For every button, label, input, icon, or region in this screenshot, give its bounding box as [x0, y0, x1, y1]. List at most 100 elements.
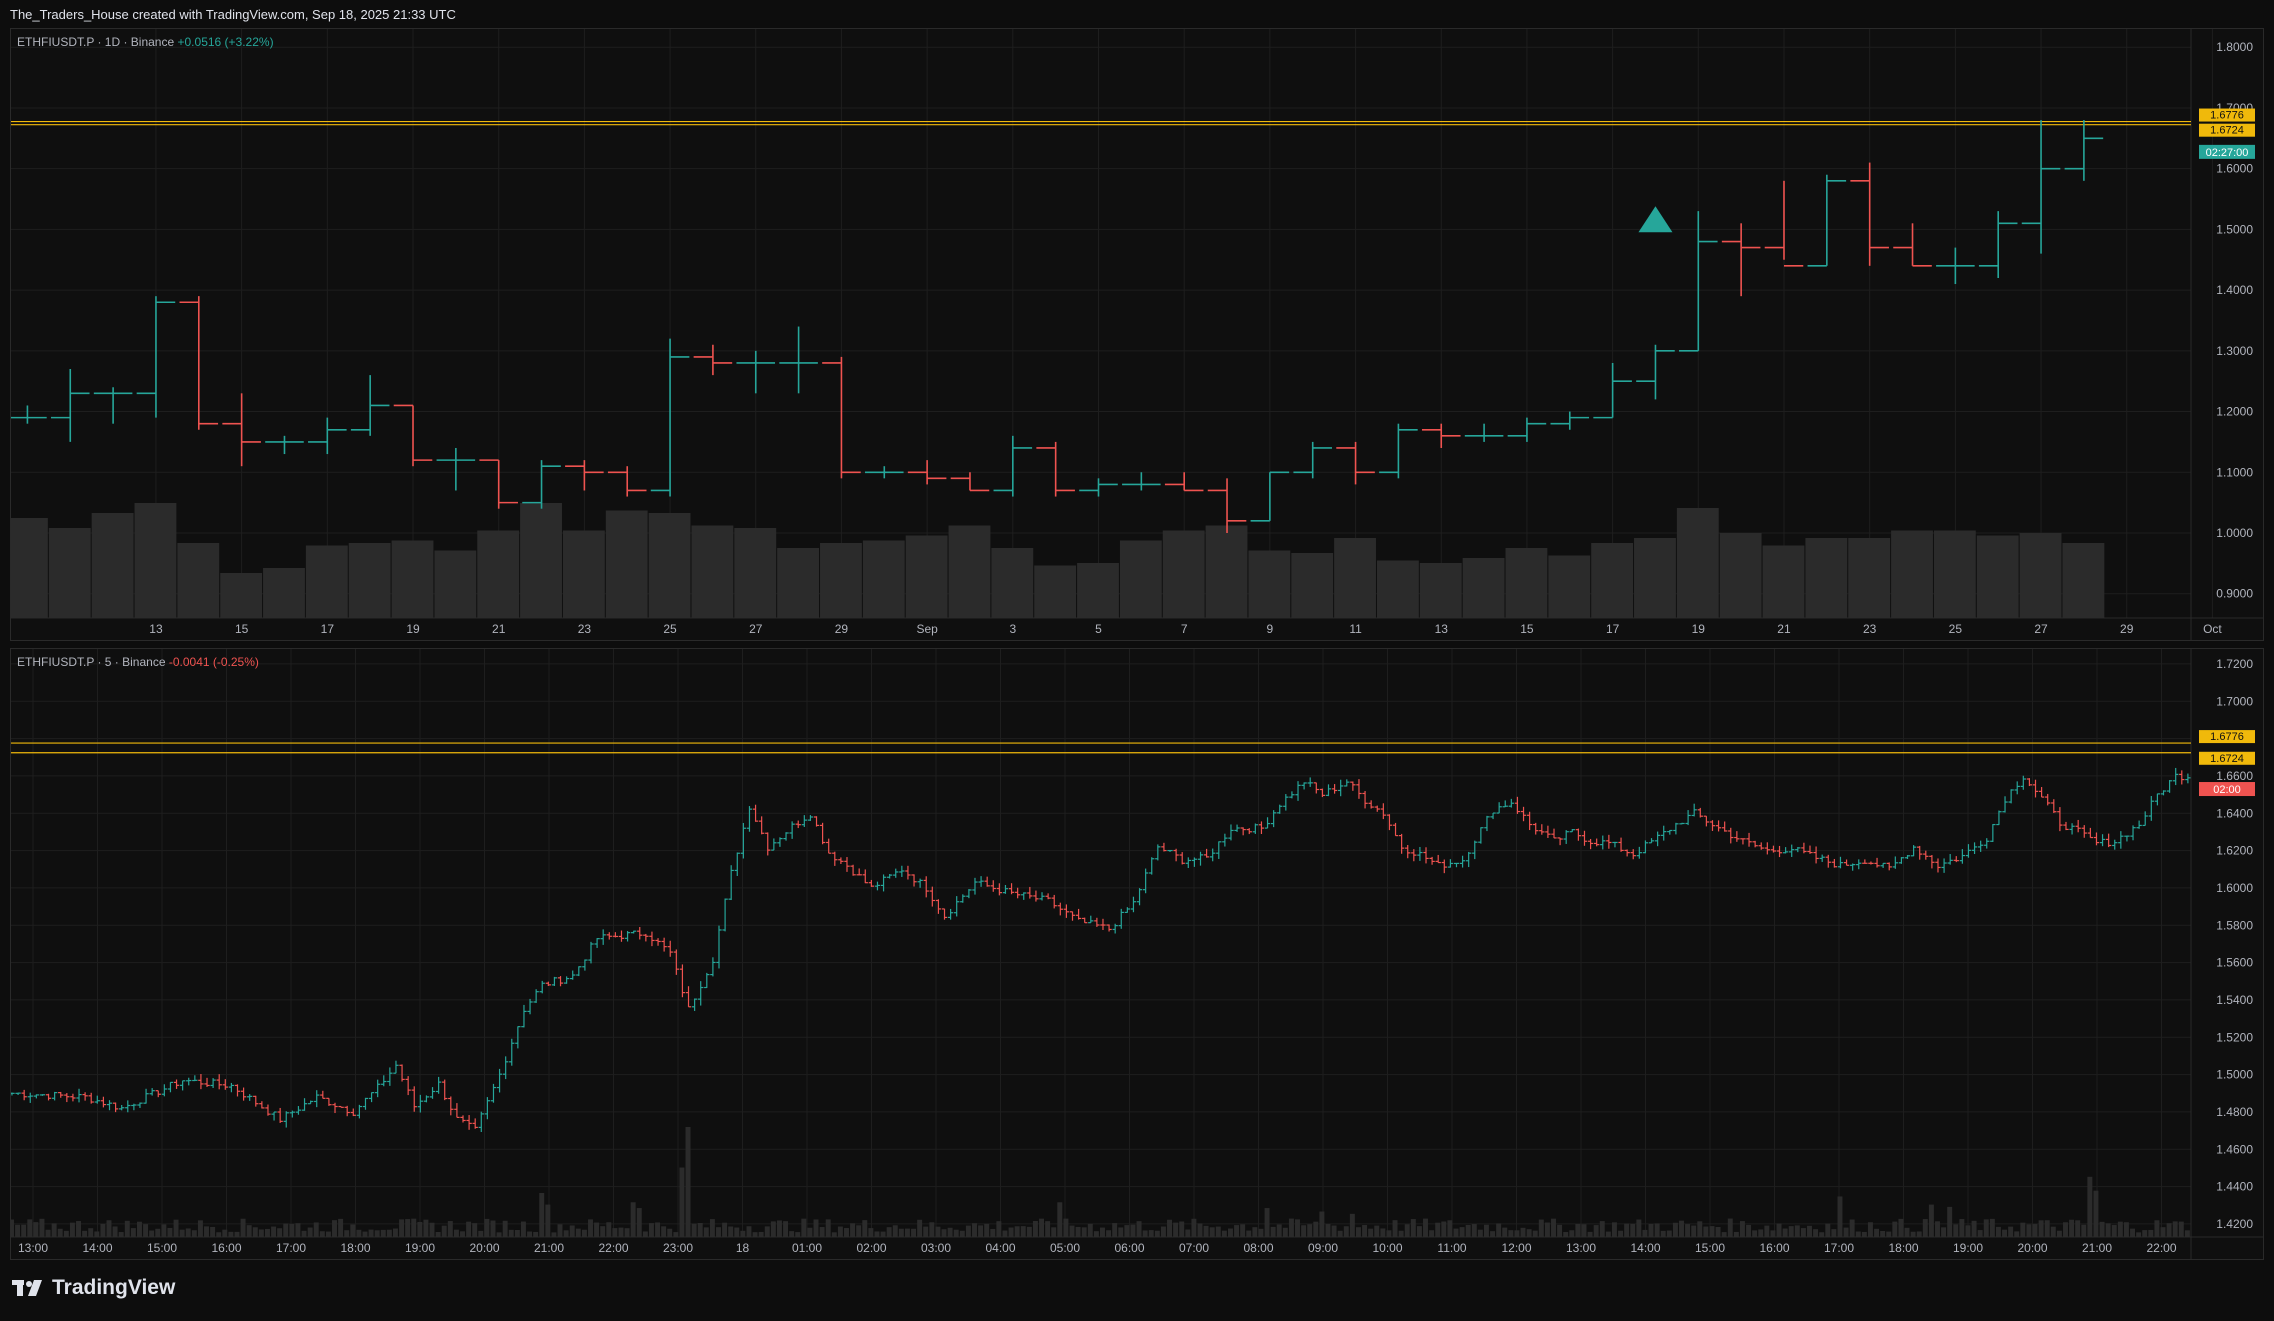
x-tick-label: 12:00: [1501, 1241, 1531, 1255]
volume-bar: [539, 1193, 545, 1237]
volume-bar: [862, 1220, 868, 1237]
volume-bar: [380, 1229, 386, 1237]
volume-bar: [295, 1223, 301, 1237]
ohlc-bar: [454, 1103, 460, 1119]
volume-bar: [392, 1228, 398, 1237]
volume-bar: [1112, 1223, 1118, 1237]
ohlc-bar: [1971, 842, 1978, 854]
level-price-label: 1.6724: [2210, 125, 2244, 137]
countdown-label: 02:00: [2213, 784, 2241, 796]
intraday-chart-pane[interactable]: 13:00 14:00 15:00 16:00 17:00 18:00 19:00 20:00…: [10, 648, 2264, 1260]
volume-bar: [1770, 1230, 1776, 1237]
intraday-chart-svg[interactable]: 13:00 14:00 15:00 16:00 17:00 18:00 19:00 20:00…: [11, 649, 2263, 1259]
ohlc-bar: [2045, 793, 2051, 806]
y-tick-label: 1.4400: [2216, 1180, 2253, 1194]
volume-bar: [1551, 1218, 1556, 1237]
ohlc-bar: [1923, 850, 1929, 860]
ohlc-bar: [1667, 829, 1673, 835]
ohlc-bar: [1587, 838, 1594, 850]
ohlc-bar: [1045, 893, 1051, 900]
volume-bar: [2184, 1230, 2190, 1237]
ohlc-bar: [929, 886, 935, 907]
ohlc-bar: [472, 1118, 478, 1129]
ohlc-bar: [33, 1094, 40, 1099]
y-tick-label: 1.6000: [2216, 881, 2253, 895]
volume-bar: [594, 1222, 600, 1237]
volume-bar: [1634, 538, 1676, 618]
volume-bar: [1898, 1218, 1904, 1237]
ohlc-bar: [192, 1075, 198, 1082]
ohlc-bar: [1051, 894, 1057, 909]
x-tick-label: 21: [492, 622, 506, 636]
volume-bar: [789, 1231, 795, 1237]
ohlc-bar: [746, 806, 753, 832]
volume-bar: [722, 1222, 728, 1237]
volume-bar: [1538, 1219, 1544, 1237]
volume-bar: [2050, 1226, 2056, 1237]
volume-bar: [2117, 1221, 2123, 1237]
ohlc-bar: [1075, 908, 1082, 920]
daily-chart-pane[interactable]: 13 15 17 19 21 23 25 27 29 Sep 3 5 7 9 11 13 15 17 19 21 23 2…: [10, 28, 2264, 641]
ohlc-bar: [1325, 784, 1332, 797]
volume-bar: [1313, 1221, 1319, 1237]
volume-bar: [1995, 1226, 2001, 1237]
ohlc-bar: [1465, 851, 1472, 868]
tradingview-logo[interactable]: TradingView: [12, 1276, 175, 1300]
volume-bar: [319, 1231, 325, 1237]
ohlc-bar: [1149, 857, 1155, 875]
volume-bar: [307, 1227, 313, 1237]
volume-bar: [460, 1231, 465, 1237]
volume-bar: [1508, 1230, 1514, 1237]
volume-bar: [1416, 1226, 1422, 1237]
x-tick-label: 16:00: [1759, 1241, 1789, 1255]
volume-bar: [1386, 1230, 1392, 1237]
volume-bar: [1727, 1218, 1733, 1237]
ohlc-bar: [1661, 825, 1667, 841]
ohlc-bar: [1679, 822, 1685, 825]
volume-bar: [222, 1229, 228, 1237]
volume-bar: [27, 1219, 33, 1237]
volume-bar: [1423, 1218, 1428, 1237]
ohlc-bar: [801, 815, 808, 827]
volume-bar: [490, 1220, 496, 1237]
volume-bar: [648, 513, 691, 618]
ohlc-bar: [698, 981, 704, 1006]
volume-bar: [1118, 1227, 1124, 1237]
volume-bar: [405, 1219, 411, 1237]
ohlc-bar: [253, 1095, 259, 1107]
volume-bar: [1148, 1230, 1154, 1237]
ohlc-bar: [1862, 859, 1868, 864]
x-tick-label: 15:00: [147, 1241, 177, 1255]
ohlc-bar: [1336, 441, 1375, 485]
volume-bar: [1376, 560, 1419, 618]
ohlc-bar: [607, 466, 647, 497]
volume-bar: [423, 1219, 429, 1237]
volume-bar: [130, 1228, 136, 1237]
ohlc-bar: [1953, 856, 1959, 863]
ohlc-bar: [1240, 827, 1246, 836]
y-tick-label: 1.5400: [2216, 993, 2253, 1007]
daily-chart-svg[interactable]: 13 15 17 19 21 23 25 27 29 Sep 3 5 7 9 11 13 15 17 19 21 23 2…: [11, 29, 2263, 640]
ohlc-bar: [1984, 838, 1990, 849]
ohlc-bar: [228, 1082, 235, 1093]
ohlc-bar: [2063, 821, 2069, 831]
ohlc-bar: [1709, 820, 1716, 831]
ohlc-bar: [1892, 856, 1899, 869]
volume-bar: [69, 1222, 75, 1237]
x-tick-label: 01:00: [792, 1241, 822, 1255]
volume-bar: [880, 1231, 886, 1237]
countdown-label: 02:27:00: [2206, 147, 2249, 159]
volume-bar: [1709, 1226, 1715, 1237]
ohlc-bar: [1350, 781, 1356, 791]
volume-bar: [1739, 1221, 1745, 1237]
volume-bar: [1959, 1219, 1965, 1237]
ohlc-bar: [545, 981, 552, 986]
volume-bar: [1441, 1221, 1447, 1237]
ohlc-bar: [1088, 915, 1094, 924]
volume-bar: [1575, 1223, 1581, 1237]
volume-bar: [1185, 1229, 1191, 1237]
ohlc-bar: [1435, 854, 1441, 864]
ohlc-bar: [1421, 423, 1461, 448]
ohlc-bar: [51, 1091, 58, 1101]
ohlc-bar: [460, 1115, 466, 1123]
